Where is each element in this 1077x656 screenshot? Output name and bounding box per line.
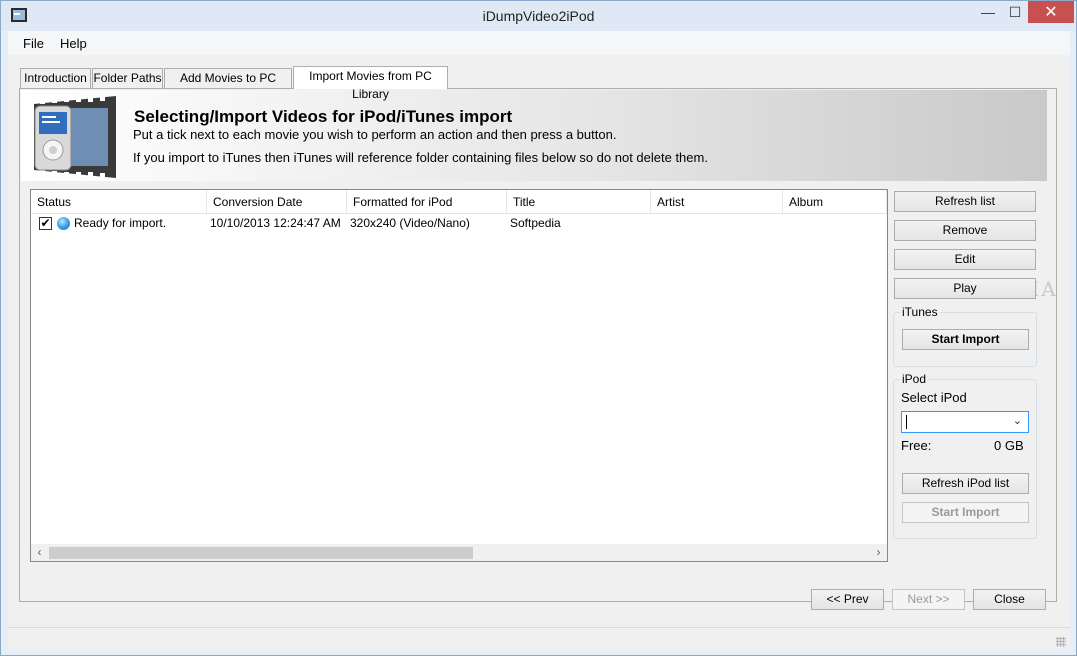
table-row[interactable]: ✔ Ready for import. 10/10/2013 12:24:47 … [31,214,887,233]
size-grip-icon[interactable] [1056,637,1066,647]
chevron-down-icon[interactable]: ⌄ [1013,414,1022,427]
banner-title: Selecting/Import Videos for iPod/iTunes … [134,107,513,126]
banner-warning: If you import to iTunes then iTunes will… [133,150,708,165]
banner-instruction: Put a tick next to each movie you wish t… [133,127,617,142]
itunes-group: iTunes Start Import [893,305,1037,367]
title-bar[interactable]: iDumpVideo2iPod — ☐ ✕ [1,1,1076,31]
scroll-left-icon[interactable]: ‹ [31,544,48,561]
row-checkbox[interactable]: ✔ [39,217,52,230]
column-album[interactable]: Album [783,190,887,214]
window-title: iDumpVideo2iPod [482,8,595,24]
movie-list[interactable]: Status Conversion Date Formatted for iPo… [30,189,888,562]
free-label: Free: [901,438,932,453]
play-button[interactable]: Play [894,278,1036,299]
remove-button[interactable]: Remove [894,220,1036,241]
tab-add-movies[interactable]: Add Movies to PC Library [164,68,292,103]
client-area: File Help Introduction Folder Paths Add … [8,31,1070,650]
column-conversion-date[interactable]: Conversion Date [207,190,347,214]
header-banner: Selecting/Import Videos for iPod/iTunes … [21,90,1047,181]
scrollbar-thumb[interactable] [49,547,473,559]
prev-button[interactable]: << Prev [811,589,884,610]
minimize-button[interactable]: — [974,1,1002,23]
tab-panel: Selecting/Import Videos for iPod/iTunes … [19,88,1057,602]
next-button[interactable]: Next >> [892,589,965,610]
film-ipod-logo-icon [34,96,116,178]
column-formatted-for-ipod[interactable]: Formatted for iPod [347,190,507,214]
status-bar [8,627,1070,650]
ipod-select[interactable]: ⌄ [901,411,1029,433]
ipod-group: iPod Select iPod ⌄ Free: 0 GB Refresh iP… [893,372,1037,539]
row-title: Softpedia [510,216,561,230]
column-artist[interactable]: Artist [651,190,783,214]
itunes-group-label: iTunes [900,305,940,319]
text-cursor [906,415,907,429]
close-window-button[interactable]: ✕ [1028,1,1074,23]
itunes-start-import-button[interactable]: Start Import [902,329,1029,350]
tab-import-movies[interactable]: Import Movies from PC Library [293,66,448,101]
tab-introduction[interactable]: Introduction [20,68,91,88]
close-button[interactable]: Close [973,589,1046,610]
maximize-button[interactable]: ☐ [1002,1,1028,23]
ipod-group-label: iPod [900,372,929,386]
column-title[interactable]: Title [507,190,651,214]
row-format: 320x240 (Video/Nano) [350,216,470,230]
status-globe-icon [57,217,70,230]
select-ipod-label: Select iPod [901,390,967,405]
edit-button[interactable]: Edit [894,249,1036,270]
refresh-list-button[interactable]: Refresh list [894,191,1036,212]
tab-folder-paths[interactable]: Folder Paths [92,68,163,88]
app-window: iDumpVideo2iPod — ☐ ✕ File Help Introduc… [0,0,1077,656]
list-header: Status Conversion Date Formatted for iPo… [31,190,887,214]
free-value: 0 GB [994,438,1024,453]
menu-help[interactable]: Help [60,36,87,51]
scroll-right-icon[interactable]: › [870,544,887,561]
refresh-ipod-list-button[interactable]: Refresh iPod list [902,473,1029,494]
column-status[interactable]: Status [31,190,207,214]
ipod-start-import-button[interactable]: Start Import [902,502,1029,523]
horizontal-scrollbar[interactable]: ‹ › [31,544,887,561]
row-status: Ready for import. [74,216,167,230]
menu-bar: File Help [8,31,1070,55]
checkbox-check-icon: ✔ [40,216,51,230]
row-conversion-date: 10/10/2013 12:24:47 AM [210,216,341,230]
menu-file[interactable]: File [23,36,44,51]
